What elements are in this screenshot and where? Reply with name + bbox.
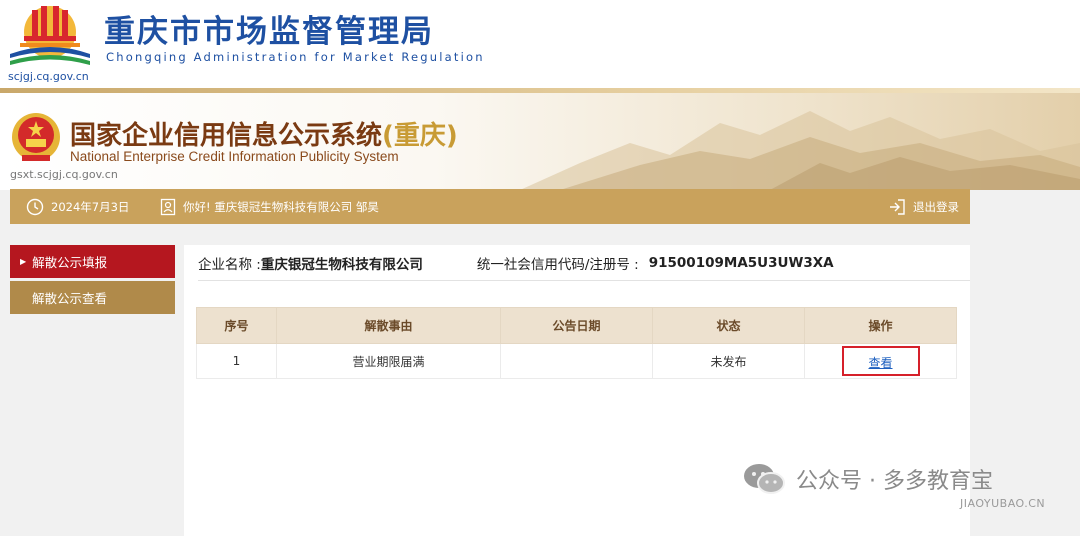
greeting-display: 你好! 重庆银冠生物科技有限公司 邹昊 — [160, 189, 379, 224]
column-header-status: 状态 — [652, 307, 805, 344]
company-name-value: 重庆银冠生物科技有限公司 — [260, 256, 423, 273]
caret-right-icon: ▶ — [20, 257, 27, 266]
sidebar-item-dissolution-report[interactable]: ▶ 解散公示填报 — [10, 245, 175, 278]
side-navigation: ▶ 解散公示填报 解散公示查看 — [10, 245, 175, 317]
sidebar-item-label: 解散公示填报 — [32, 255, 108, 270]
credit-system-title: 国家企业信用信息公示系统(重庆) — [70, 121, 458, 151]
wechat-icon — [744, 464, 785, 494]
credit-system-domain: gsxt.scjgj.cq.gov.cn — [10, 168, 118, 181]
market-regulation-title: 重庆市市场监督管理局 — [104, 14, 434, 50]
cell-date — [500, 343, 653, 379]
column-header-action: 操作 — [804, 307, 957, 344]
current-date: 2024年7月3日 — [51, 199, 130, 214]
clock-icon — [26, 198, 44, 215]
market-regulation-banner: 重庆市市场监督管理局 Chongqing Administration for … — [0, 0, 1080, 90]
sidebar-item-label: 解散公示查看 — [32, 291, 108, 306]
greeting-text: 你好! 重庆银冠生物科技有限公司 邹昊 — [183, 199, 379, 214]
wechat-watermark: 公众号 · 多多教育宝 — [742, 462, 993, 496]
sidebar-item-dissolution-view[interactable]: 解散公示查看 — [10, 281, 175, 314]
column-header-date: 公告日期 — [500, 307, 653, 344]
company-info-line: 企业名称 : 重庆银冠生物科技有限公司 统一社会信用代码/注册号 : 91500… — [198, 245, 970, 281]
credit-code-label: 统一社会信用代码/注册号 : — [476, 256, 639, 273]
cell-status: 未发布 — [652, 343, 805, 379]
mountain-background-art — [520, 111, 1080, 190]
cell-index: 1 — [196, 343, 277, 379]
logout-label: 退出登录 — [913, 199, 959, 214]
logout-icon — [890, 198, 905, 215]
dissolution-table: 序号 解散事由 公告日期 状态 操作 1 营业期限届满 未发布 查看 — [196, 307, 957, 379]
market-regulation-subtitle: Chongqing Administration for Market Regu… — [106, 50, 485, 64]
cell-action: 查看 — [804, 343, 957, 379]
date-display: 2024年7月3日 — [26, 189, 129, 224]
market-regulation-logo-icon — [10, 6, 90, 65]
table-header-row: 序号 解散事由 公告日期 状态 操作 — [196, 307, 957, 344]
cell-reason: 营业期限届满 — [276, 343, 501, 379]
user-info-bar: 2024年7月3日 你好! 重庆银冠生物科技有限公司 邹昊 退出登录 — [10, 189, 970, 224]
credit-code-value: 91500109MA5U3UW3XA — [648, 254, 834, 271]
company-name-label: 企业名称 : — [198, 256, 261, 273]
market-regulation-domain: scjgj.cq.gov.cn — [8, 70, 89, 83]
table-row: 1 营业期限届满 未发布 查看 — [196, 343, 957, 379]
credit-system-header: 国家企业信用信息公示系统(重庆) National Enterprise Cre… — [0, 93, 1080, 190]
national-emblem-icon — [12, 113, 60, 161]
region-label: (重庆) — [382, 121, 458, 151]
watermark-domain: JIAOYUBAO.CN — [960, 497, 1046, 510]
column-header-reason: 解散事由 — [276, 307, 501, 344]
view-link[interactable]: 查看 — [841, 346, 920, 376]
logout-button[interactable]: 退出登录 — [888, 189, 959, 224]
credit-system-subtitle: National Enterprise Credit Information P… — [70, 149, 399, 164]
user-card-icon — [160, 198, 176, 215]
column-header-index: 序号 — [196, 307, 277, 344]
watermark-text: 公众号 · 多多教育宝 — [796, 469, 993, 494]
